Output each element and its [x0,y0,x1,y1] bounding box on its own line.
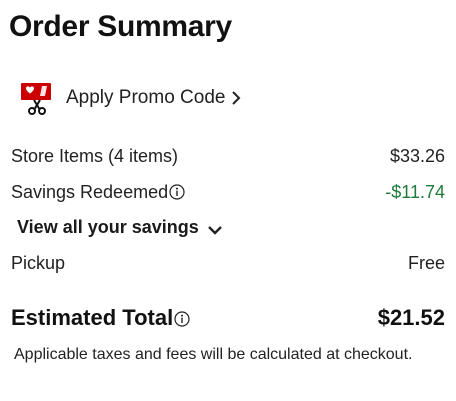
savings-value: -$11.74 [385,182,445,202]
info-icon[interactable] [174,307,190,327]
pickup-row: Pickup Free [11,253,445,274]
coupon-scissors-icon [18,80,56,116]
chevron-right-icon [229,89,243,107]
store-items-value: $33.26 [389,146,445,166]
estimated-total-value: $21.52 [377,305,445,330]
taxes-note: Applicable taxes and fees will be calcul… [14,346,413,363]
view-savings-label: View all your savings [17,217,199,237]
apply-promo-code-link[interactable]: Apply Promo Code [18,80,243,116]
view-all-savings-toggle[interactable]: View all your savings [17,217,224,238]
chevron-down-icon [206,221,224,235]
promo-label: Apply Promo Code [66,87,226,108]
estimated-total-row: Estimated Total $21.52 [11,305,445,331]
store-items-row: Store Items (4 items) $33.26 [11,146,445,167]
savings-row: Savings Redeemed -$11.74 [11,182,445,203]
page-title: Order Summary [9,10,232,43]
estimated-total-label: Estimated Total [11,305,174,330]
pickup-label: Pickup [11,253,66,273]
info-icon[interactable] [169,184,185,200]
store-items-label: Store Items (4 items) [11,146,179,166]
savings-label: Savings Redeemed [11,182,169,202]
pickup-value: Free [407,253,445,273]
